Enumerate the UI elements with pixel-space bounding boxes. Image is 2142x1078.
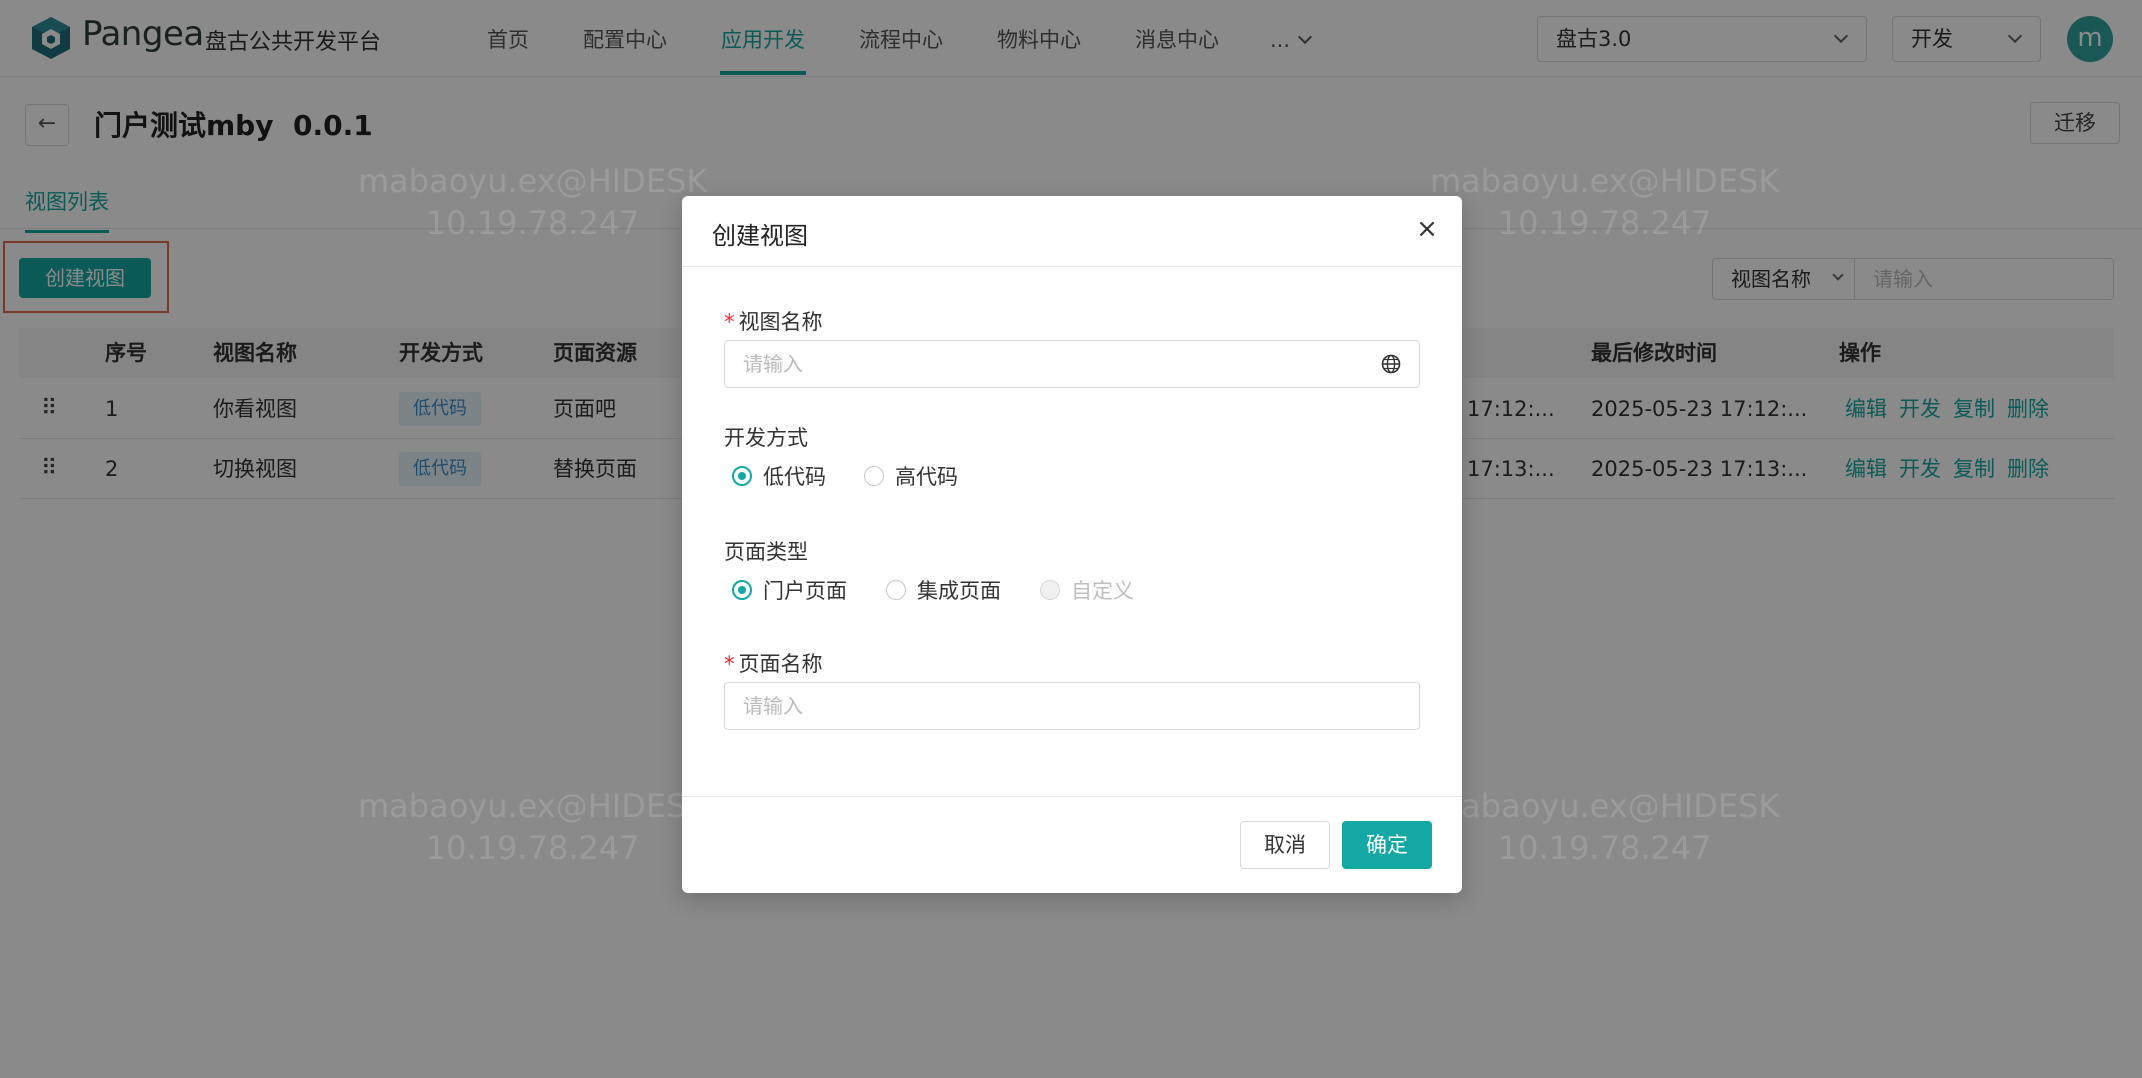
radio-checked-icon: [732, 466, 752, 486]
radio-custom-label: 自定义: [1071, 579, 1134, 603]
view-name-placeholder: 请输入: [743, 352, 803, 376]
view-name-label-text: 视图名称: [738, 310, 823, 334]
view-name-label: * 视图名称: [724, 306, 823, 336]
close-icon[interactable]: ×: [1412, 214, 1442, 244]
radio-integrated-page-label: 集成页面: [917, 579, 1001, 603]
page-name-label-text: 页面名称: [738, 652, 823, 676]
radio-checked-icon: [732, 580, 752, 600]
page-type-label: 页面类型: [724, 540, 808, 564]
dialog-title: 创建视图: [712, 222, 808, 250]
watermark: mabaoyu.ex@HIDESK 10.19.78.247: [1430, 160, 1779, 244]
dialog-footer: 取消 确定: [682, 796, 1462, 893]
watermark-ip: 10.19.78.247: [1497, 204, 1712, 242]
view-name-input[interactable]: 请输入: [724, 340, 1420, 388]
watermark-user: mabaoyu.ex@HIDESK: [358, 162, 708, 200]
required-mark: *: [724, 652, 735, 676]
watermark-user: mabaoyu.ex@HIDESK: [1430, 162, 1780, 200]
watermark-user: mabaoyu.ex@HIDESK: [1430, 787, 1780, 825]
watermark-ip: 10.19.78.247: [1497, 829, 1712, 867]
dialog-header: 创建视图 ×: [682, 196, 1462, 267]
required-mark: *: [724, 310, 735, 334]
page-name-input[interactable]: 请输入: [724, 682, 1420, 730]
radio-high-code-label: 高代码: [895, 465, 958, 489]
watermark: mabaoyu.ex@HIDESK 10.19.78.247: [1430, 785, 1779, 869]
watermark-user: mabaoyu.ex@HIDESK: [358, 787, 708, 825]
create-view-dialog: 创建视图 × * 视图名称 请输入 开发方式 低代码 高代码 页面类型 门户页面 …: [682, 196, 1462, 893]
watermark-ip: 10.19.78.247: [425, 204, 640, 242]
watermark: mabaoyu.ex@HIDESK 10.19.78.247: [358, 160, 707, 244]
confirm-button[interactable]: 确定: [1342, 821, 1432, 869]
page-name-label: * 页面名称: [724, 648, 823, 678]
watermark-ip: 10.19.78.247: [425, 829, 640, 867]
dev-mode-label: 开发方式: [724, 426, 808, 450]
radio-portal-page-label: 门户页面: [763, 579, 847, 603]
radio-low-code-label: 低代码: [763, 465, 826, 489]
page-name-placeholder: 请输入: [743, 694, 803, 718]
radio-unchecked-icon: [886, 580, 906, 600]
watermark: mabaoyu.ex@HIDESK 10.19.78.247: [358, 785, 707, 869]
globe-icon[interactable]: [1381, 354, 1401, 374]
cancel-button[interactable]: 取消: [1240, 821, 1330, 869]
radio-disabled-icon: [1040, 580, 1060, 600]
radio-unchecked-icon: [864, 466, 884, 486]
